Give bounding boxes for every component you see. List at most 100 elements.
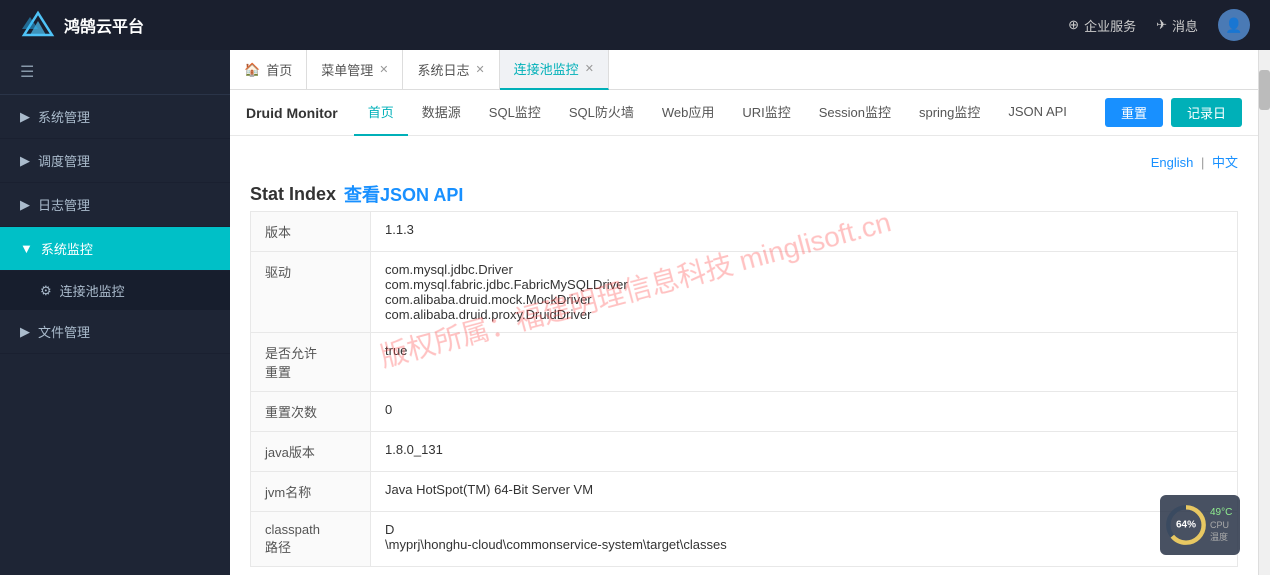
druid-nav: Druid Monitor 首页 数据源 SQL监控 SQL防火墙 Web应用 … [230, 90, 1258, 136]
druid-nav-session-monitor[interactable]: Session监控 [805, 90, 905, 136]
druid-nav-uri-monitor[interactable]: URI监控 [728, 90, 804, 136]
table-row: 重置次数0 [251, 392, 1238, 432]
sidebar-label-log-mgmt: 日志管理 [38, 195, 90, 214]
tab-system-log-label: 系统日志 [417, 60, 469, 79]
message-icon: ✈ [1156, 17, 1167, 33]
stat-value: 1.8.0_131 [371, 432, 1238, 472]
sidebar-item-system-mgmt[interactable]: ▶ 系统管理 [0, 95, 230, 139]
right-arrow-icon: ▶ [20, 109, 30, 125]
sidebar-label-system-monitor: 系统监控 [41, 239, 93, 258]
stat-value: D \myprj\honghu-cloud\commonservice-syst… [371, 512, 1238, 567]
avatar[interactable]: 👤 [1218, 9, 1250, 41]
druid-nav-json-api-label: JSON API [1008, 104, 1067, 119]
stat-label: 是否允许 重置 [251, 333, 371, 392]
reset-btn[interactable]: 重置 [1105, 98, 1163, 127]
table-row: classpath 路径D \myprj\honghu-cloud\common… [251, 512, 1238, 567]
down-arrow-icon: ▼ [20, 241, 33, 256]
druid-nav-home-label: 首页 [368, 102, 394, 121]
sidebar-label-system-mgmt: 系统管理 [38, 107, 90, 126]
druid-title: Druid Monitor [246, 105, 338, 121]
conn-pool-icon: ⚙ [40, 283, 52, 299]
header: 鸿鹄云平台 ⊕ 企业服务 ✈ 消息 👤 [0, 0, 1270, 50]
druid-nav-sql-firewall[interactable]: SQL防火墙 [555, 90, 648, 136]
druid-nav-web-app-label: Web应用 [662, 102, 715, 121]
collapse-icon: ☰ [20, 64, 34, 81]
home-icon: 🏠 [244, 62, 260, 78]
tab-conn-pool-label: 连接池监控 [514, 59, 579, 78]
sidebar-item-schedule-mgmt[interactable]: ▶ 调度管理 [0, 139, 230, 183]
sidebar-item-log-mgmt[interactable]: ▶ 日志管理 [0, 183, 230, 227]
scrollbar-thumb[interactable] [1259, 70, 1270, 110]
druid-nav-home[interactable]: 首页 [354, 90, 408, 136]
stat-value: 1.1.3 [371, 212, 1238, 252]
cpu-percentage: 64% [1176, 520, 1196, 531]
stat-content: English | 中文 Stat Index 查看JSON API 版本1.1… [230, 136, 1258, 575]
stat-label: 重置次数 [251, 392, 371, 432]
sidebar-collapse-btn[interactable]: ☰ [0, 50, 230, 95]
stat-value: 0 [371, 392, 1238, 432]
sidebar-label-schedule-mgmt: 调度管理 [38, 151, 90, 170]
table-row: jvm名称Java HotSpot(TM) 64-Bit Server VM [251, 472, 1238, 512]
stat-label: java版本 [251, 432, 371, 472]
stat-label: classpath 路径 [251, 512, 371, 567]
druid-nav-sql-monitor-label: SQL监控 [489, 102, 541, 121]
main-layout: ☰ ▶ 系统管理 ▶ 调度管理 ▶ 日志管理 ▼ 系统监控 ⚙ 连接池监控 ▶ … [0, 50, 1270, 575]
tab-menu-mgmt[interactable]: 菜单管理 ✕ [307, 50, 403, 90]
tab-menu-mgmt-close[interactable]: ✕ [379, 63, 388, 76]
cpu-label: CPU温度 [1210, 520, 1234, 543]
sidebar-item-file-mgmt[interactable]: ▶ 文件管理 [0, 310, 230, 354]
tab-system-log-close[interactable]: ✕ [475, 63, 484, 76]
druid-nav-datasource[interactable]: 数据源 [408, 90, 475, 136]
lang-divider: | [1201, 155, 1204, 170]
sidebar: ☰ ▶ 系统管理 ▶ 调度管理 ▶ 日志管理 ▼ 系统监控 ⚙ 连接池监控 ▶ … [0, 50, 230, 575]
lang-cn-link[interactable]: 中文 [1212, 155, 1238, 170]
cpu-widget: 64% 49°C CPU温度 [1160, 495, 1240, 555]
tab-menu-mgmt-label: 菜单管理 [321, 60, 373, 79]
logo-icon [20, 7, 56, 43]
stat-value: Java HotSpot(TM) 64-Bit Server VM [371, 472, 1238, 512]
tab-system-log[interactable]: 系统日志 ✕ [403, 50, 499, 90]
message-label: 消息 [1172, 16, 1198, 35]
stat-label: jvm名称 [251, 472, 371, 512]
table-row: java版本1.8.0_131 [251, 432, 1238, 472]
druid-nav-sql-monitor[interactable]: SQL监控 [475, 90, 555, 136]
table-row: 版本1.1.3 [251, 212, 1238, 252]
stat-json-api-link[interactable]: 查看JSON API [344, 181, 463, 207]
tab-bar: 🏠 首页 菜单管理 ✕ 系统日志 ✕ 连接池监控 ✕ [230, 50, 1258, 90]
druid-nav-web-app[interactable]: Web应用 [648, 90, 729, 136]
sidebar-label-file-mgmt: 文件管理 [38, 322, 90, 341]
tab-home[interactable]: 🏠 首页 [230, 50, 307, 90]
table-row: 驱动com.mysql.jdbc.Driver com.mysql.fabric… [251, 252, 1238, 333]
right-arrow-icon-2: ▶ [20, 153, 30, 169]
stat-title: Stat Index 查看JSON API [250, 181, 1238, 207]
tab-conn-pool-close[interactable]: ✕ [585, 62, 594, 75]
druid-nav-actions: 重置 记录日 [1105, 98, 1242, 127]
globe-icon: ⊕ [1068, 17, 1079, 33]
tab-conn-pool[interactable]: 连接池监控 ✕ [500, 50, 609, 90]
sidebar-sub-item-conn-pool[interactable]: ⚙ 连接池监控 [0, 271, 230, 310]
druid-nav-session-monitor-label: Session监控 [819, 102, 891, 121]
content-area: 🏠 首页 菜单管理 ✕ 系统日志 ✕ 连接池监控 ✕ Druid Monitor [230, 50, 1258, 575]
sidebar-item-system-monitor[interactable]: ▼ 系统监控 [0, 227, 230, 271]
stat-value: com.mysql.jdbc.Driver com.mysql.fabric.j… [371, 252, 1238, 333]
stat-label: 驱动 [251, 252, 371, 333]
druid-nav-uri-monitor-label: URI监控 [742, 102, 790, 121]
druid-nav-spring-monitor[interactable]: spring监控 [905, 90, 994, 136]
enterprise-label: 企业服务 [1084, 16, 1136, 35]
right-scrollbar[interactable] [1258, 50, 1270, 575]
enterprise-service-btn[interactable]: ⊕ 企业服务 [1068, 16, 1136, 35]
lang-en-link[interactable]: English [1151, 155, 1194, 170]
inner-content: Druid Monitor 首页 数据源 SQL监控 SQL防火墙 Web应用 … [230, 90, 1258, 575]
header-right: ⊕ 企业服务 ✈ 消息 👤 [1068, 9, 1250, 41]
cpu-circle: 64% [1166, 505, 1206, 545]
logo: 鸿鹄云平台 [20, 7, 144, 43]
stats-table: 版本1.1.3驱动com.mysql.jdbc.Driver com.mysql… [250, 211, 1238, 567]
right-arrow-icon-4: ▶ [20, 324, 30, 340]
druid-nav-json-api[interactable]: JSON API [994, 90, 1081, 136]
stat-title-text: Stat Index [250, 184, 336, 205]
message-btn[interactable]: ✈ 消息 [1156, 16, 1198, 35]
lang-links: English | 中文 [250, 152, 1238, 171]
right-arrow-icon-3: ▶ [20, 197, 30, 213]
druid-nav-datasource-label: 数据源 [422, 102, 461, 121]
record-btn[interactable]: 记录日 [1171, 98, 1242, 127]
